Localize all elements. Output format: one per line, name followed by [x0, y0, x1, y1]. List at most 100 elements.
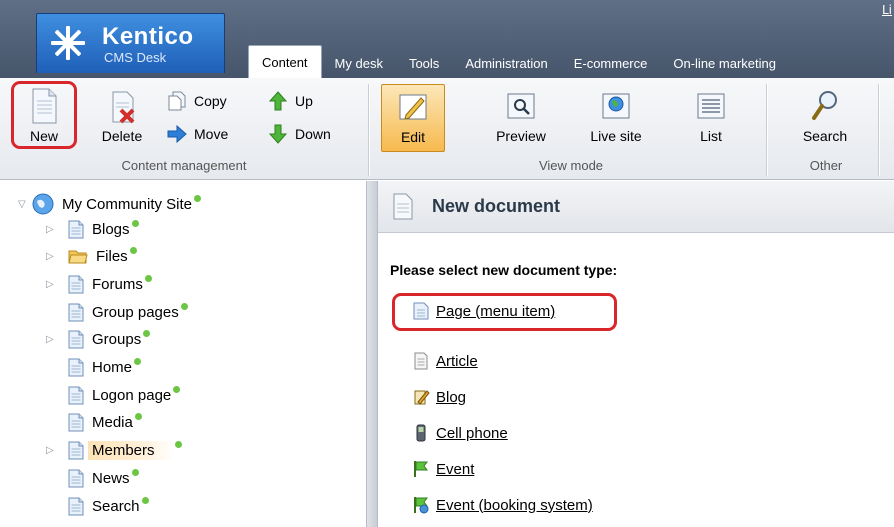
tree-item-label: Blogs	[92, 220, 130, 238]
tree-item-home[interactable]: Home	[46, 356, 142, 380]
tab-content[interactable]: Content	[248, 45, 322, 78]
tree-root-label: My Community Site	[62, 195, 193, 213]
group-label-other: Other	[809, 158, 843, 173]
status-dot	[144, 274, 152, 282]
page-icon	[68, 275, 84, 294]
tree-item-logon-page[interactable]: Logon page	[46, 383, 181, 407]
preview-view-button[interactable]: Preview	[490, 84, 552, 152]
status-dot	[129, 247, 137, 255]
edit-view-button[interactable]: Edit	[381, 84, 445, 152]
page-icon	[68, 220, 84, 238]
up-label: Up	[295, 93, 313, 109]
doc-type-blog[interactable]: Blog	[412, 386, 466, 408]
page-icon	[68, 358, 84, 377]
doc-type-link[interactable]: Cell phone	[436, 425, 508, 442]
doc-type-article[interactable]: Article	[412, 350, 478, 372]
doc-type-link[interactable]: Event (booking system)	[436, 497, 593, 514]
page-icon	[68, 497, 84, 515]
site-globe-icon	[32, 193, 54, 215]
tree-item-groups[interactable]: ▷ Groups	[46, 328, 151, 352]
move-label: Move	[194, 126, 229, 142]
status-dot	[141, 496, 149, 504]
tree-item-media[interactable]: Media	[46, 411, 142, 435]
delete-button[interactable]: Delete	[96, 84, 148, 152]
expand-arrow-icon[interactable]: ▷	[46, 279, 60, 290]
tree-item-label: Logon page	[92, 386, 172, 404]
copy-label: Copy	[194, 93, 227, 109]
tab-my-desk[interactable]: My desk	[322, 50, 396, 78]
move-arrow-icon	[167, 124, 187, 144]
expand-arrow-icon[interactable]: ▷	[46, 251, 60, 262]
tree-item-search[interactable]: Search	[46, 494, 149, 518]
new-document-panel: New document Please select new document …	[378, 181, 894, 527]
doc-type-link[interactable]: Event	[436, 461, 474, 478]
tab-on-line-marketing[interactable]: On-line marketing	[660, 50, 789, 78]
doc-type-link[interactable]: Article	[436, 353, 478, 370]
tree-root-node[interactable]: ▽ My Community Site	[18, 192, 202, 216]
page-icon	[68, 386, 84, 405]
logo-subtitle: CMS Desk	[104, 50, 167, 65]
tree-item-label: Media	[92, 414, 133, 432]
search-button[interactable]: Search	[794, 84, 856, 152]
tree-item-files[interactable]: ▷ Files	[46, 245, 137, 269]
folder-icon	[68, 250, 88, 264]
tree-item-group-pages[interactable]: Group pages	[46, 300, 188, 324]
tree-item-forums[interactable]: ▷ Forums	[46, 272, 152, 296]
article-icon	[414, 352, 428, 370]
move-button[interactable]: Move	[167, 123, 228, 145]
ribbon-separator	[878, 84, 879, 176]
tab-e-commerce[interactable]: E-commerce	[561, 50, 661, 78]
blog-icon	[414, 390, 430, 405]
list-view-button[interactable]: List	[690, 84, 732, 152]
doc-type-link[interactable]: Blog	[436, 389, 466, 406]
page-icon	[68, 441, 84, 460]
app-header: Kentico CMS Desk Content My desk Tools A…	[0, 0, 894, 78]
expand-arrow-icon[interactable]: ▷	[46, 445, 60, 456]
search-magnifier-icon	[812, 91, 837, 120]
collapse-arrow-icon[interactable]: ▽	[18, 199, 32, 210]
up-button[interactable]: Up	[268, 90, 313, 112]
expand-arrow-icon[interactable]: ▷	[46, 334, 60, 345]
copy-icon	[168, 91, 186, 111]
down-button[interactable]: Down	[268, 123, 331, 145]
tab-tools[interactable]: Tools	[396, 50, 452, 78]
delete-document-icon	[112, 91, 135, 124]
main-tabs: Content My desk Tools Administration E-c…	[248, 44, 789, 78]
live-site-label: Live site	[590, 128, 642, 144]
group-label-view-mode: View mode	[538, 158, 604, 173]
doc-type-prompt: Please select new document type:	[390, 262, 618, 278]
doc-type-event[interactable]: Event	[412, 458, 474, 480]
tree-item-label: Forums	[92, 275, 143, 293]
status-dot	[143, 330, 151, 338]
pane-splitter[interactable]	[366, 181, 378, 527]
copy-button[interactable]: Copy	[167, 90, 227, 112]
top-right-link[interactable]: Li	[882, 3, 892, 17]
expand-arrow-icon[interactable]: ▷	[46, 224, 60, 235]
arrow-up-icon	[268, 91, 288, 111]
list-label: List	[700, 128, 722, 144]
tree-item-blogs[interactable]: ▷ Blogs	[46, 217, 139, 241]
ribbon-toolbar: New Delete Copy Move Up Down Content man…	[0, 78, 894, 180]
tab-administration[interactable]: Administration	[452, 50, 560, 78]
tree-item-news[interactable]: News	[46, 466, 139, 490]
delete-label: Delete	[101, 128, 143, 144]
ribbon-separator	[368, 84, 369, 176]
doc-type-cell-phone[interactable]: Cell phone	[412, 422, 508, 444]
list-icon	[697, 93, 725, 119]
content-tree: ▽ My Community Site ▷ Blogs ▷ Files ▷ Forums G…	[0, 181, 366, 527]
live-site-view-button[interactable]: Live site	[583, 84, 649, 152]
doc-type-event-booking-system[interactable]: Event (booking system)	[412, 494, 593, 516]
document-icon	[393, 193, 413, 220]
logo-name: Kentico	[102, 23, 194, 50]
tree-item-members[interactable]: ▷ Members	[46, 439, 182, 463]
page-icon	[68, 330, 84, 349]
status-dot	[134, 413, 142, 421]
tree-item-label: Members	[88, 441, 173, 461]
preview-icon	[507, 93, 535, 119]
preview-label: Preview	[496, 128, 546, 144]
down-label: Down	[295, 126, 331, 142]
status-dot	[134, 358, 142, 365]
kentico-logo-icon	[51, 26, 85, 60]
highlight-ring-page	[392, 293, 617, 331]
ribbon-separator	[766, 84, 767, 176]
